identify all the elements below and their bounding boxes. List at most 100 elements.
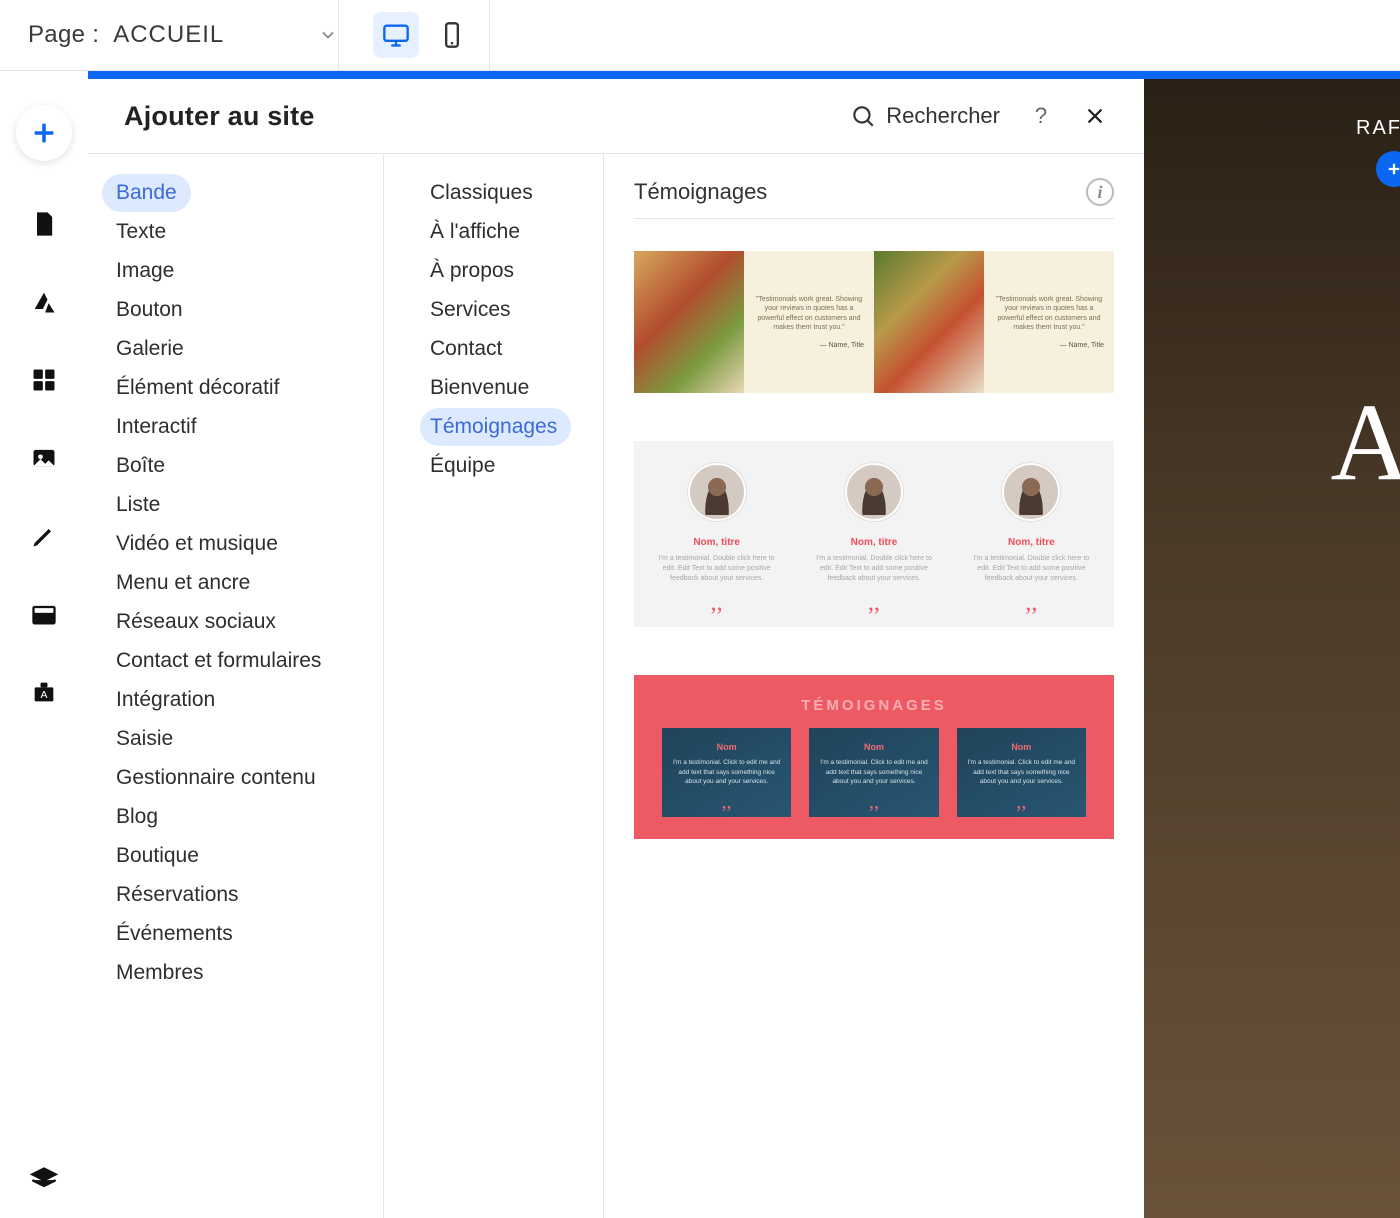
add-section-fab[interactable] — [1376, 151, 1400, 187]
subcategory-item[interactable]: Bienvenue — [420, 369, 543, 407]
add-panel-header: Ajouter au site Rechercher ? — [88, 79, 1144, 153]
preset-quote-card: "Testimonials work great. Showing your r… — [744, 251, 874, 393]
category-item[interactable]: Interactif — [102, 408, 211, 446]
subcategory-item[interactable]: Équipe — [420, 447, 509, 485]
layers-icon[interactable] — [29, 1164, 59, 1194]
divider — [489, 0, 490, 71]
avatar — [1002, 463, 1060, 521]
apps-icon[interactable] — [29, 365, 59, 395]
category-item[interactable]: Blog — [102, 798, 172, 836]
category-item[interactable]: Texte — [102, 213, 180, 251]
category-item[interactable]: Liste — [102, 486, 174, 524]
preset-testimonial-avatars[interactable]: Nom, titre I'm a testimonial. Double cli… — [634, 441, 1114, 627]
category-item[interactable]: Gestionnaire contenu — [102, 759, 330, 797]
preset-image — [874, 251, 984, 393]
preset-name-label: Nom, titre — [851, 537, 898, 548]
desktop-view-button[interactable] — [373, 12, 419, 58]
preset-name-label: Nom — [967, 742, 1076, 752]
category-item[interactable]: Élément décoratif — [102, 369, 293, 407]
category-item[interactable]: Événements — [102, 915, 247, 953]
search-button[interactable]: Rechercher — [850, 103, 1000, 129]
canvas-ribbon — [88, 71, 1400, 79]
category-item[interactable]: Intégration — [102, 681, 229, 719]
quote-mark-icon: ,, — [819, 797, 928, 807]
preset-testimonial-red[interactable]: TÉMOIGNAGES Nom I'm a testimonial. Click… — [634, 675, 1114, 838]
preset-quote-author: — Name, Title — [1060, 342, 1104, 349]
subcategory-item[interactable]: Témoignages — [420, 408, 571, 446]
add-panel-title: Ajouter au site — [124, 101, 315, 132]
preview-title: Témoignages — [634, 179, 767, 205]
preset-quote-card: "Testimonials work great. Showing your r… — [984, 251, 1114, 393]
svg-text:A: A — [40, 689, 47, 701]
preset-body-text: I'm a testimonial. Click to edit me and … — [672, 758, 781, 786]
preview-header: Témoignages i — [634, 178, 1114, 219]
category-item[interactable]: Membres — [102, 954, 218, 992]
category-item[interactable]: Image — [102, 252, 188, 290]
store-icon[interactable] — [29, 599, 59, 629]
pages-icon[interactable] — [29, 209, 59, 239]
subcategory-list[interactable]: ClassiquesÀ l'afficheÀ proposServicesCon… — [384, 154, 604, 1218]
category-item[interactable]: Vidéo et musique — [102, 525, 292, 563]
quote-mark-icon: ,, — [967, 797, 1076, 807]
chevron-down-icon — [318, 25, 338, 45]
category-item[interactable]: Galerie — [102, 330, 198, 368]
category-item[interactable]: Menu et ancre — [102, 564, 264, 602]
close-icon[interactable] — [1082, 103, 1108, 129]
category-item[interactable]: Boîte — [102, 447, 179, 485]
preset-name-label: Nom — [672, 742, 781, 752]
subcategory-item[interactable]: À l'affiche — [420, 213, 534, 251]
category-item[interactable]: Bouton — [102, 291, 197, 329]
avatar — [688, 463, 746, 521]
preset-heading: TÉMOIGNAGES — [662, 697, 1086, 714]
search-label: Rechercher — [886, 103, 1000, 129]
help-icon[interactable]: ? — [1028, 103, 1054, 129]
quote-mark-icon: ,, — [711, 597, 723, 609]
preset-preview: Témoignages i "Testimonials work great. … — [604, 154, 1144, 1218]
design-icon[interactable] — [29, 287, 59, 317]
avatar — [845, 463, 903, 521]
preset-testimonial-food[interactable]: "Testimonials work great. Showing your r… — [634, 251, 1114, 393]
device-toggle — [338, 0, 475, 70]
category-item[interactable]: Saisie — [102, 720, 187, 758]
page-selector[interactable]: Page : ACCUEIL — [28, 21, 338, 49]
quote-mark-icon: ,, — [868, 597, 880, 609]
canvas-glyph: A — [1331, 379, 1400, 506]
blog-icon[interactable] — [29, 521, 59, 551]
info-icon[interactable]: i — [1086, 178, 1114, 206]
canvas-preview: RAF A — [1144, 79, 1400, 1218]
category-list[interactable]: BandeTexteImageBoutonGalerieÉlément déco… — [88, 154, 384, 1218]
add-button[interactable] — [16, 105, 72, 161]
category-item[interactable]: Bande — [102, 174, 191, 212]
business-icon[interactable]: A — [29, 677, 59, 707]
category-item[interactable]: Boutique — [102, 837, 213, 875]
add-panel-body: BandeTexteImageBoutonGalerieÉlément déco… — [88, 153, 1144, 1218]
preset-body-text: I'm a testimonial. Click to edit me and … — [967, 758, 1076, 786]
category-item[interactable]: Réservations — [102, 876, 253, 914]
preset-body-text: I'm a testimonial. Double click here to … — [815, 554, 932, 583]
subcategory-item[interactable]: Services — [420, 291, 525, 329]
preset-name-label: Nom, titre — [693, 537, 740, 548]
topbar: Page : ACCUEIL — [0, 0, 1400, 71]
page-selector-label: Page : — [28, 21, 99, 49]
preset-name-label: Nom — [819, 742, 928, 752]
preset-quote-text: "Testimonials work great. Showing your r… — [994, 295, 1104, 333]
canvas-text-fragment: RAF — [1356, 117, 1400, 140]
preset-body-text: I'm a testimonial. Double click here to … — [658, 554, 775, 583]
category-item[interactable]: Réseaux sociaux — [102, 603, 290, 641]
subcategory-item[interactable]: À propos — [420, 252, 528, 290]
mobile-view-button[interactable] — [429, 12, 475, 58]
preset-body-text: I'm a testimonial. Click to edit me and … — [819, 758, 928, 786]
subcategory-item[interactable]: Contact — [420, 330, 516, 368]
preset-name-label: Nom, titre — [1008, 537, 1055, 548]
media-icon[interactable] — [29, 443, 59, 473]
left-rail: A — [0, 71, 88, 1218]
quote-mark-icon: ,, — [1025, 597, 1037, 609]
subcategory-item[interactable]: Classiques — [420, 174, 547, 212]
quote-mark-icon: ,, — [672, 797, 781, 807]
preset-body-text: I'm a testimonial. Double click here to … — [973, 554, 1090, 583]
category-item[interactable]: Contact et formulaires — [102, 642, 335, 680]
preset-quote-author: — Name, Title — [820, 342, 864, 349]
page-selector-value: ACCUEIL — [113, 21, 224, 49]
preset-image — [634, 251, 744, 393]
add-panel: Ajouter au site Rechercher ? BandeTexteI… — [88, 79, 1144, 1218]
